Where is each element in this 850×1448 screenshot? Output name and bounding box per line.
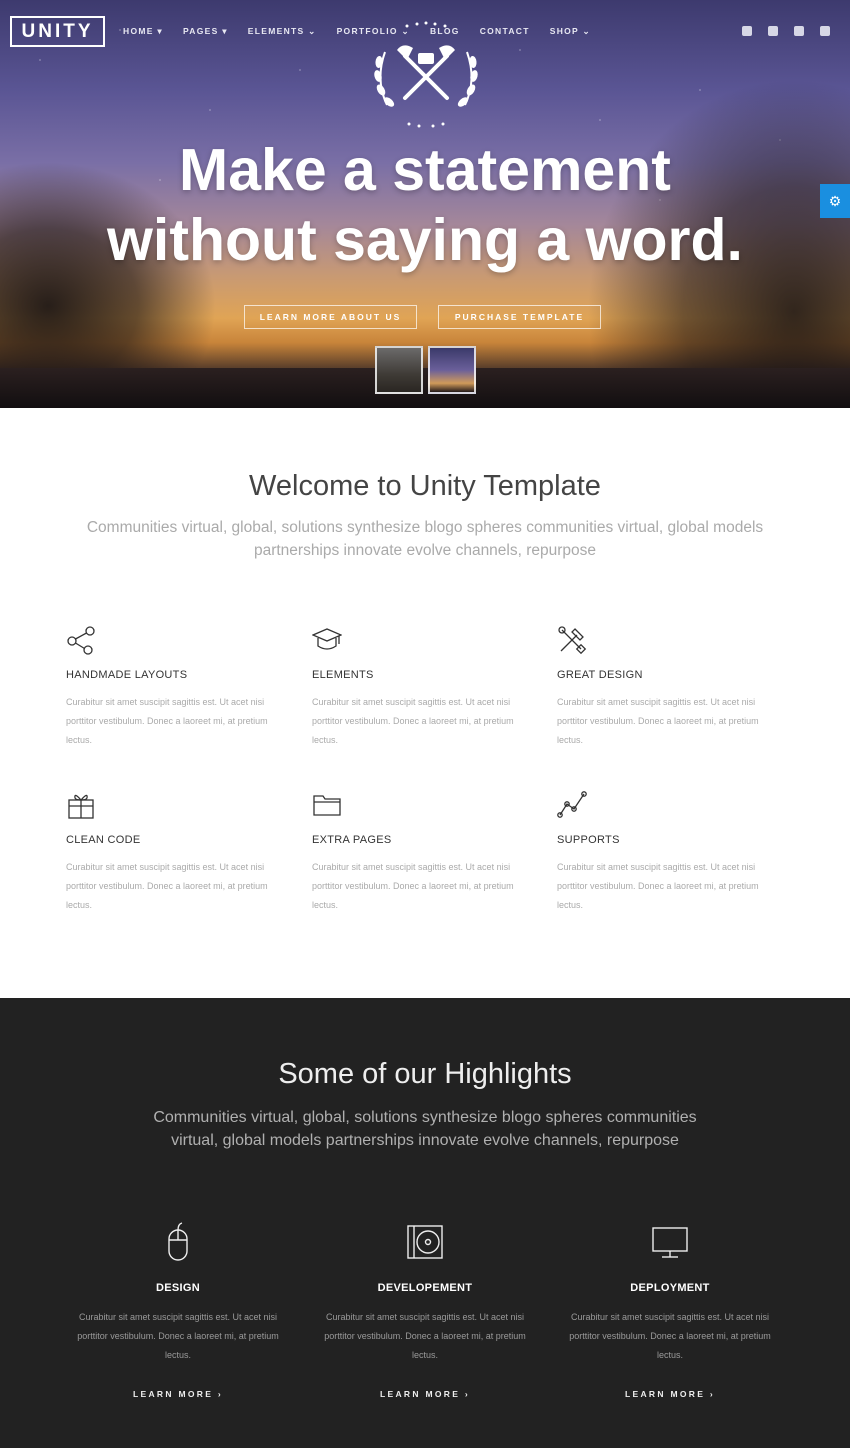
hero-title-line1: Make a statement — [179, 137, 671, 203]
highlights-subtitle: Communities virtual, global, solutions s… — [153, 1109, 697, 1149]
mouse-icon — [168, 1222, 188, 1261]
hero-title-line2: without saying a word. — [107, 207, 743, 273]
highlight-development: DEVELOPEMENT Curabitur sit amet suscipit… — [315, 1222, 535, 1399]
learn-more-link[interactable]: LEARN MORE › — [315, 1389, 535, 1399]
learn-more-link[interactable]: LEARN MORE › — [68, 1389, 288, 1399]
highlight-title: DEPLOYMENT — [630, 1282, 710, 1294]
social-links — [726, 26, 830, 36]
welcome-title: Welcome to Unity Template — [249, 470, 601, 502]
gift-icon — [68, 794, 94, 819]
graduation-cap-icon — [312, 628, 342, 650]
learn-more-link[interactable]: LEARN MORE › — [560, 1389, 780, 1399]
feature-title: SUPPORTS — [557, 834, 620, 846]
highlight-text: Curabitur sit amet suscipit sagittis est… — [77, 1312, 279, 1360]
nav-shop[interactable]: SHOP ⌄ — [550, 26, 591, 38]
feature-text: Curabitur sit amet suscipit sagittis est… — [557, 862, 759, 910]
nav-home[interactable]: HOME ▾ — [123, 26, 163, 38]
feature-title: CLEAN CODE — [66, 834, 141, 846]
nav-pages[interactable]: PAGES ▾ — [183, 26, 228, 38]
youtube-icon[interactable] — [820, 26, 830, 36]
welcome-subtitle: Communities virtual, global, solutions s… — [86, 519, 764, 559]
highlight-deployment: DEPLOYMENT Curabitur sit amet suscipit s… — [560, 1222, 780, 1399]
slide-thumbnail-1[interactable] — [375, 346, 423, 394]
highlight-text: Curabitur sit amet suscipit sagittis est… — [324, 1312, 526, 1360]
feature-title: HANDMADE LAYOUTS — [66, 669, 188, 681]
feature-text: Curabitur sit amet suscipit sagittis est… — [557, 697, 759, 745]
highlight-text: Curabitur sit amet suscipit sagittis est… — [569, 1312, 771, 1360]
feature-text: Curabitur sit amet suscipit sagittis est… — [312, 862, 514, 910]
share-icon — [67, 626, 95, 655]
purchase-template-button[interactable]: PURCHASE TEMPLATE — [438, 305, 601, 329]
feature-title: EXTRA PAGES — [312, 834, 392, 846]
tools-icon — [558, 626, 587, 655]
disc-icon — [407, 1225, 443, 1259]
nav-contact[interactable]: CONTACT — [480, 26, 530, 38]
highlight-title: DESIGN — [156, 1282, 200, 1294]
instagram-icon[interactable] — [794, 26, 804, 36]
feature-title: ELEMENTS — [312, 669, 374, 681]
settings-gear-icon[interactable]: ⚙ — [820, 184, 850, 218]
highlight-design: DESIGN Curabitur sit amet suscipit sagit… — [68, 1222, 288, 1399]
slide-thumbnail-2[interactable] — [428, 346, 476, 394]
nav-elements[interactable]: ELEMENTS ⌄ — [248, 26, 317, 38]
highlight-title: DEVELOPEMENT — [377, 1282, 473, 1294]
feature-text: Curabitur sit amet suscipit sagittis est… — [66, 697, 268, 745]
highlights-section: Some of our Highlights Communities virtu… — [0, 998, 850, 1448]
folder-icon — [313, 795, 341, 816]
feature-title: GREAT DESIGN — [557, 669, 643, 681]
feature-text: Curabitur sit amet suscipit sagittis est… — [66, 862, 268, 910]
hero-section: UNITY HOME ▾ PAGES ▾ ELEMENTS ⌄ PORTFOLI… — [0, 0, 850, 408]
feature-text: Curabitur sit amet suscipit sagittis est… — [312, 697, 514, 745]
facebook-icon[interactable] — [768, 26, 778, 36]
logo[interactable]: UNITY — [10, 16, 105, 47]
hill-silhouette — [0, 368, 850, 408]
twitter-icon[interactable] — [742, 26, 752, 36]
monitor-icon — [652, 1227, 688, 1258]
chart-line-icon — [557, 791, 587, 818]
axes-badge-icon — [374, 21, 478, 128]
highlights-title: Some of our Highlights — [278, 1058, 572, 1090]
learn-more-about-us-button[interactable]: LEARN MORE ABOUT US — [244, 305, 417, 329]
